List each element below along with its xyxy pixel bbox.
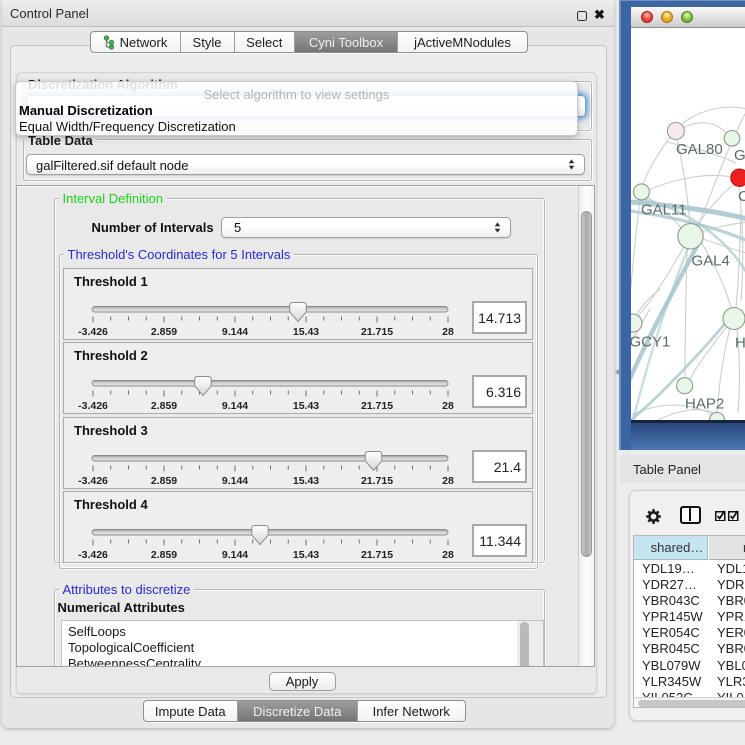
svg-text:21.715: 21.715 — [361, 400, 393, 412]
svg-text:2.859: 2.859 — [151, 400, 177, 412]
svg-text:21.715: 21.715 — [361, 475, 393, 487]
svg-text:15.43: 15.43 — [293, 549, 319, 561]
svg-text:G.: G. — [734, 147, 745, 164]
svg-text:2.859: 2.859 — [151, 326, 177, 338]
svg-text:28: 28 — [442, 549, 454, 561]
svg-text:15.43: 15.43 — [293, 326, 319, 338]
svg-text:-3.426: -3.426 — [78, 475, 108, 487]
svg-text:GAL4: GAL4 — [692, 252, 730, 269]
svg-text:C: C — [738, 188, 745, 205]
svg-text:15.43: 15.43 — [293, 475, 319, 487]
svg-text:HAP2: HAP2 — [685, 395, 724, 412]
svg-text:-3.426: -3.426 — [78, 400, 108, 412]
svg-text:H: H — [735, 334, 745, 351]
svg-text:9.144: 9.144 — [222, 475, 248, 487]
svg-text:21.715: 21.715 — [361, 549, 393, 561]
svg-text:21.715: 21.715 — [361, 326, 393, 338]
svg-text:9.144: 9.144 — [222, 400, 248, 412]
svg-text:9.144: 9.144 — [222, 549, 248, 561]
svg-text:GCY1: GCY1 — [631, 333, 670, 350]
svg-text:-3.426: -3.426 — [78, 549, 108, 561]
svg-text:28: 28 — [442, 400, 454, 412]
svg-text:2.859: 2.859 — [151, 475, 177, 487]
svg-text:28: 28 — [442, 326, 454, 338]
svg-text:28: 28 — [442, 475, 454, 487]
svg-text:GAL80: GAL80 — [676, 141, 723, 158]
svg-text:9.144: 9.144 — [222, 326, 248, 338]
svg-text:15.43: 15.43 — [293, 400, 319, 412]
svg-text:-3.426: -3.426 — [78, 326, 108, 338]
svg-text:2.859: 2.859 — [151, 549, 177, 561]
svg-text:GAL11: GAL11 — [641, 201, 687, 218]
